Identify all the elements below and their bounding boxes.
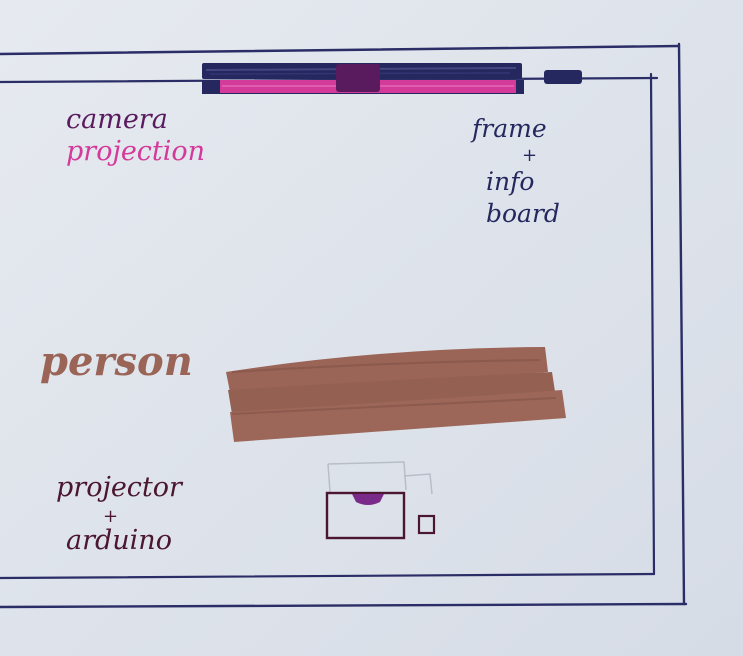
camera-icon <box>336 64 380 92</box>
arduino-label: arduino <box>66 525 172 556</box>
sketch-canvas: camera projection frame + info board per… <box>0 0 743 656</box>
paper-background <box>0 0 743 656</box>
board-connector <box>544 70 582 84</box>
projection-label: projection <box>66 136 205 167</box>
projector-plus-label: + <box>103 506 118 527</box>
info-label: info <box>486 167 534 196</box>
camera-label: camera <box>66 104 168 135</box>
frame-label: frame <box>470 114 547 143</box>
person-label: person <box>40 338 193 385</box>
projector-label: projector <box>56 472 184 503</box>
board-label: board <box>486 199 560 228</box>
frame-plus-label: + <box>522 145 537 166</box>
